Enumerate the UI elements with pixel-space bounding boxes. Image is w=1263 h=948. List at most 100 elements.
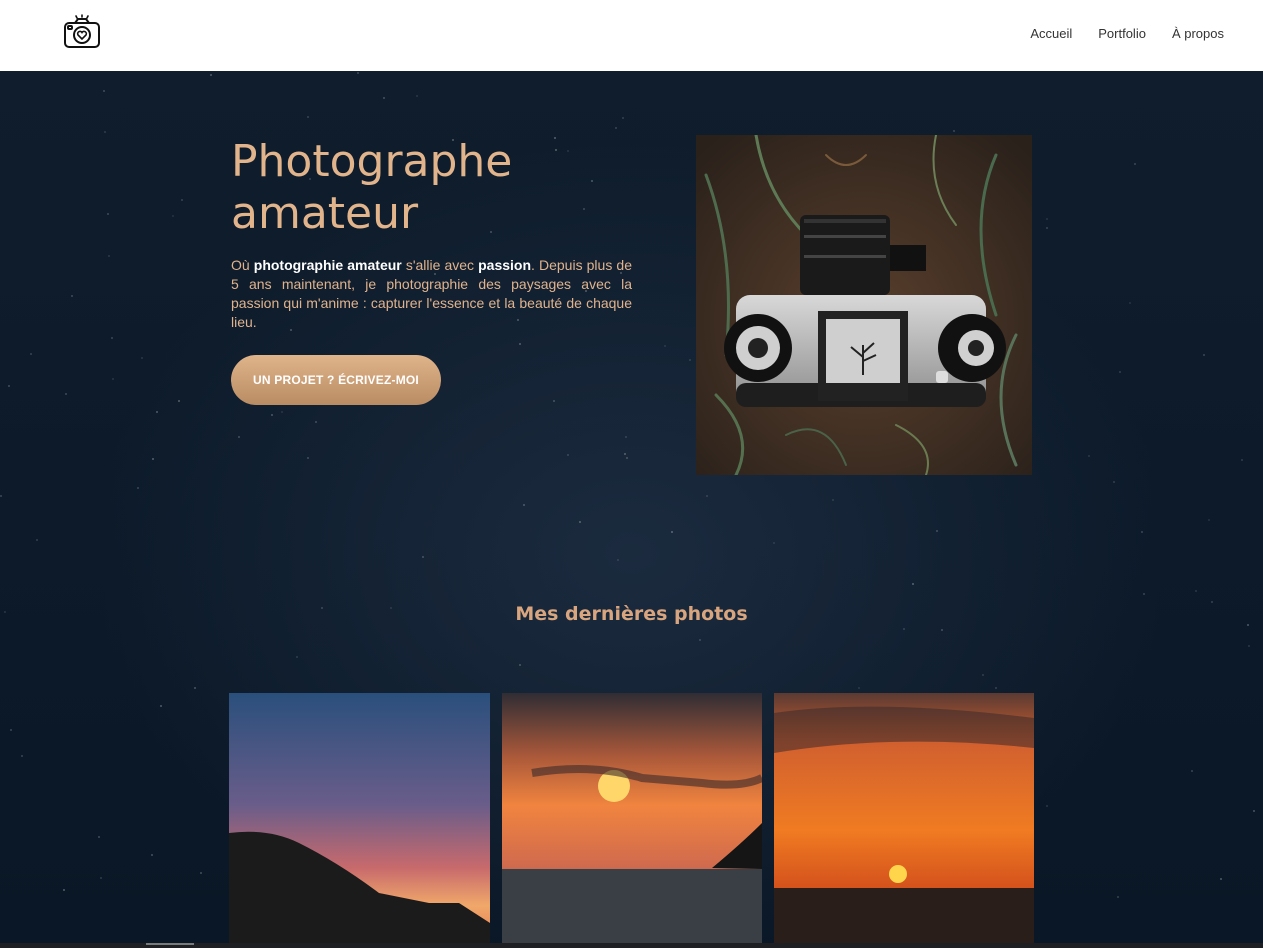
hero-title: Photographe amateur <box>231 136 513 239</box>
star-dot <box>941 629 943 631</box>
star-dot <box>995 687 997 689</box>
star-dot <box>622 117 624 119</box>
gallery-photo-2[interactable] <box>502 693 762 943</box>
star-dot <box>181 199 183 201</box>
star-dot <box>1191 770 1193 772</box>
star-dot <box>30 353 32 355</box>
star-dot <box>706 495 708 497</box>
star-dot <box>1195 590 1197 592</box>
star-dot <box>307 457 309 459</box>
scrollbar-thumb[interactable] <box>146 943 194 945</box>
star-dot <box>579 521 581 523</box>
star-dot <box>111 337 113 339</box>
star-dot <box>858 687 860 689</box>
star-dot <box>1119 371 1121 373</box>
star-dot <box>1208 519 1210 521</box>
star-dot <box>307 116 309 118</box>
star-dot <box>422 556 424 558</box>
star-dot <box>625 436 627 438</box>
hero-text-emphasis: photographie amateur <box>253 257 402 273</box>
star-dot <box>156 411 158 413</box>
star-dot <box>1134 163 1136 165</box>
star-dot <box>912 583 914 585</box>
star-dot <box>1046 227 1048 229</box>
star-dot <box>103 90 105 92</box>
star-dot <box>107 213 109 215</box>
star-dot <box>1088 455 1090 457</box>
star-dot <box>200 872 202 874</box>
star-dot <box>271 414 273 416</box>
star-dot <box>567 454 569 456</box>
star-dot <box>624 453 626 455</box>
star-dot <box>194 687 196 689</box>
star-dot <box>626 457 628 459</box>
star-dot <box>296 656 298 658</box>
star-dot <box>1253 810 1255 812</box>
star-dot <box>671 531 673 533</box>
star-dot <box>71 295 73 297</box>
star-dot <box>416 95 418 97</box>
star-dot <box>238 436 240 438</box>
star-dot <box>281 411 283 413</box>
star-dot <box>689 359 691 361</box>
star-dot <box>21 755 23 757</box>
star-dot <box>773 542 775 544</box>
star-dot <box>65 393 67 395</box>
star-dot <box>1203 354 1205 356</box>
nav-a-propos[interactable]: À propos <box>1172 26 1224 41</box>
star-dot <box>615 127 617 129</box>
star-dot <box>63 889 65 891</box>
star-dot <box>1117 896 1119 898</box>
star-dot <box>104 131 106 133</box>
camera-heart-icon[interactable] <box>62 14 102 50</box>
star-dot <box>112 378 114 380</box>
star-dot <box>383 97 385 99</box>
hero-text-emphasis: passion <box>478 257 532 273</box>
star-dot <box>137 487 139 489</box>
star-dot <box>10 729 12 731</box>
star-dot <box>1241 459 1243 461</box>
star-dot <box>664 345 666 347</box>
latest-photos-title: Mes dernières photos <box>515 603 748 625</box>
gallery-photo-1[interactable] <box>229 693 490 943</box>
star-dot <box>699 639 701 641</box>
star-dot <box>519 343 521 345</box>
hero-text-part: s'allie avec <box>401 257 479 273</box>
hero-description: Où photographie amateur s'allie avec pas… <box>231 256 632 332</box>
star-dot <box>832 499 834 501</box>
star-dot <box>553 400 555 402</box>
star-dot <box>36 539 38 541</box>
star-dot <box>98 836 100 838</box>
star-dot <box>982 674 984 676</box>
star-dot <box>152 458 154 460</box>
star-dot <box>141 357 143 359</box>
star-dot <box>1141 531 1143 533</box>
star-dot <box>523 504 525 506</box>
star-dot <box>1046 218 1048 220</box>
star-dot <box>108 255 110 257</box>
hero-text-part: Où <box>231 257 254 273</box>
star-dot <box>903 628 905 630</box>
star-dot <box>172 215 174 217</box>
site-header: Accueil Portfolio À propos <box>0 0 1263 71</box>
star-dot <box>160 705 162 707</box>
star-dot <box>1046 805 1048 807</box>
star-dot <box>1113 481 1115 483</box>
star-dot <box>617 559 619 561</box>
star-dot <box>357 72 359 74</box>
star-dot <box>100 877 102 879</box>
gallery-photo-3[interactable] <box>774 693 1034 943</box>
star-dot <box>210 74 212 76</box>
star-dot <box>1129 302 1131 304</box>
hero-camera-photo <box>696 135 1032 475</box>
star-dot <box>519 664 521 666</box>
horizontal-scrollbar[interactable] <box>0 943 1263 948</box>
contact-cta-button[interactable]: UN PROJET ? ÉCRIVEZ-MOI <box>231 355 441 405</box>
star-dot <box>1220 878 1222 880</box>
star-dot <box>151 854 153 856</box>
star-dot <box>1143 593 1145 595</box>
star-dot <box>936 530 938 532</box>
nav-portfolio[interactable]: Portfolio <box>1098 26 1146 41</box>
star-dot <box>953 130 955 132</box>
nav-accueil[interactable]: Accueil <box>1030 26 1072 41</box>
